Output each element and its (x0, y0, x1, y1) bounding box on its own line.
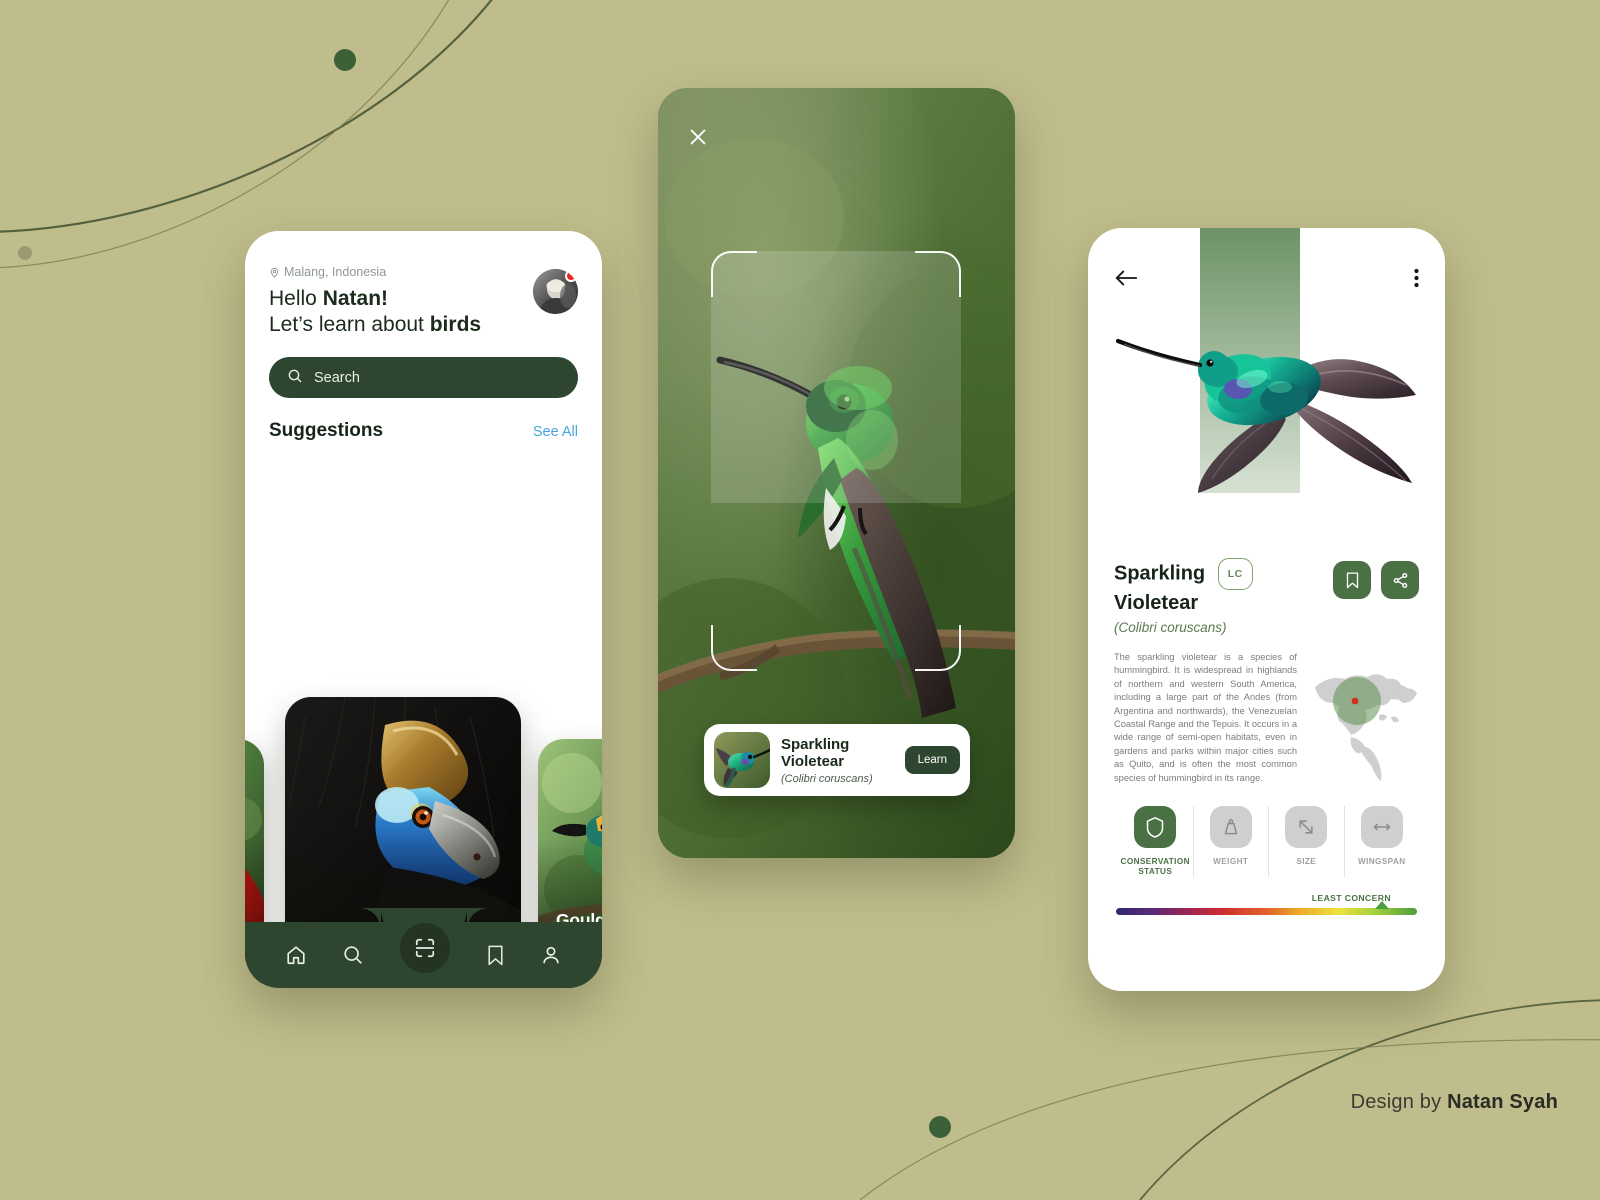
notification-badge (565, 270, 577, 282)
more-options-icon[interactable] (1414, 268, 1419, 293)
stat-label: WEIGHT (1213, 857, 1249, 866)
resize-icon (1285, 806, 1328, 848)
page-title: Sparkling LC Violetear (1114, 558, 1253, 616)
scan-result-latin: (Colibri coruscans) (781, 772, 873, 785)
greeting-line-2: Let’s learn about birds (269, 312, 578, 338)
scan-result-text: Sparkling Violetear (Colibri coruscans) (781, 736, 894, 785)
share-button[interactable] (1381, 561, 1419, 599)
conservation-gradient-bar (1116, 901, 1417, 915)
close-icon[interactable] (684, 123, 712, 151)
detail-content: Sparkling LC Violetear (Colibri coruscans… (1088, 558, 1445, 915)
greeting-line-1: Hello Natan! (269, 286, 578, 312)
detail-screen: Sparkling LC Violetear (Colibri coruscans… (1088, 228, 1445, 991)
status-badge: LC (1217, 558, 1253, 590)
greeting-lets-learn: Let’s learn about (269, 313, 430, 336)
scan-result-name: Sparkling Violetear (781, 735, 850, 770)
bookmark-button[interactable] (1333, 561, 1371, 599)
scan-result-thumbnail (714, 732, 770, 788)
stat-label: CONSERVATION STATUS (1120, 857, 1190, 876)
wingspan-icon (1360, 806, 1403, 848)
stat-weight[interactable]: WEIGHT (1192, 806, 1269, 877)
detail-description: The sparkling violetear is a species of … (1114, 652, 1297, 783)
greeting-username: Natan! (322, 287, 389, 310)
avatar[interactable] (533, 269, 578, 314)
suggestions-see-all-link[interactable]: See All (533, 424, 578, 440)
stat-label: WINGSPAN (1357, 857, 1406, 866)
scan-result-card[interactable]: Sparkling Violetear (Colibri coruscans) L… (704, 724, 970, 796)
detail-navbar (1088, 228, 1445, 293)
detail-bird-image (1088, 283, 1445, 553)
design-credit: Design by Natan Syah (1351, 1091, 1558, 1114)
detail-title-row: Sparkling LC Violetear (Colibri coruscans… (1114, 558, 1419, 635)
search-icon (287, 368, 303, 388)
detail-stats-row: CONSERVATION STATUS WEIGHT SIZE WINGSPAN (1114, 806, 1419, 877)
stat-wingspan[interactable]: WINGSPAN (1343, 806, 1420, 877)
conservation-scale-label: LEAST CONCERN (1311, 893, 1391, 903)
scan-corner-top-left (711, 251, 757, 297)
greeting: Hello Natan! Let’s learn about birds (269, 286, 578, 338)
detail-hero-section (1088, 228, 1445, 558)
learn-button[interactable]: Learn (904, 746, 960, 774)
detail-latin-name: (Colibri coruscans) (1114, 620, 1227, 635)
credit-prefix: Design by (1350, 1091, 1448, 1113)
suggestions-header: Suggestions See All (269, 420, 578, 442)
scan-frame (711, 251, 961, 671)
scanner-screen: Sparkling Violetear (Colibri coruscans) L… (658, 88, 1015, 858)
nav-home-icon[interactable] (285, 944, 307, 966)
distribution-map (1311, 651, 1419, 788)
detail-info-row: The sparkling violetear is a species of … (1114, 651, 1419, 788)
scan-corner-top-right (915, 251, 961, 297)
home-header: Malang, Indonesia Hello Natan! Let’s lea… (245, 231, 602, 442)
shield-icon (1134, 806, 1177, 848)
detail-title-block: Sparkling LC Violetear (Colibri coruscans… (1114, 558, 1253, 635)
nav-bookmark-icon[interactable] (486, 944, 505, 966)
location-row: Malang, Indonesia (269, 265, 578, 279)
greeting-topic: birds (429, 313, 482, 336)
conservation-scale-marker (1375, 901, 1389, 909)
credit-author: Natan Syah (1447, 1091, 1558, 1113)
nav-profile-icon[interactable] (540, 944, 562, 966)
search-input[interactable]: Search (269, 357, 578, 398)
location-text: Malang, Indonesia (284, 265, 387, 279)
stat-size[interactable]: SIZE (1268, 806, 1344, 877)
home-screen: Malang, Indonesia Hello Natan! Let’s lea… (245, 231, 602, 988)
search-placeholder-text: Search (314, 369, 360, 386)
bottom-navigation-bar (245, 908, 602, 988)
stat-conservation-status[interactable]: CONSERVATION STATUS (1118, 806, 1193, 877)
back-arrow-icon[interactable] (1114, 268, 1138, 293)
suggestions-title: Suggestions (269, 420, 384, 441)
nav-scan-button[interactable] (399, 923, 450, 973)
weight-icon (1209, 806, 1252, 848)
stat-label: SIZE (1296, 857, 1317, 866)
detail-action-buttons (1333, 561, 1419, 599)
nav-search-icon[interactable] (342, 944, 364, 966)
location-pin-icon (269, 267, 280, 278)
greeting-hello: Hello (269, 287, 323, 310)
scan-corner-bottom-left (711, 625, 757, 671)
scan-corner-bottom-right (915, 625, 961, 671)
conservation-scale: LEAST CONCERN (1114, 893, 1419, 915)
